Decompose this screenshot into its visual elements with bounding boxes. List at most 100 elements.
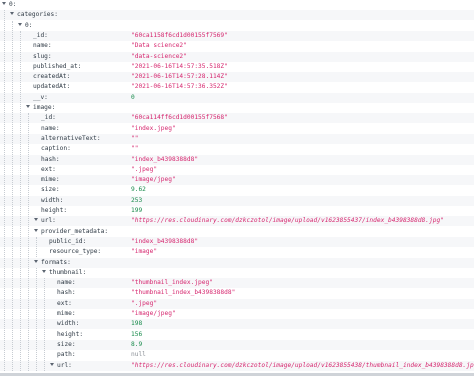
property-key: name: <box>57 279 76 287</box>
property-key: url: <box>41 217 56 225</box>
property-key: __v: <box>33 93 48 101</box>
property-key: url: <box>57 361 72 369</box>
property-value: null <box>131 351 146 359</box>
property-value: ".jpeg" <box>131 299 158 307</box>
property-key: size: <box>57 340 76 348</box>
property-value: "2021-06-16T14:57:36.352Z" <box>131 83 228 91</box>
property-key: published_at: <box>33 62 82 70</box>
property-value: "2021-06-16T14:57:35.518Z" <box>131 62 228 70</box>
property-row: width: 198 <box>0 319 474 330</box>
property-row: name: "index.jpeg" <box>0 124 474 134</box>
property-value: 8.9 <box>131 340 143 348</box>
property-row: alternativeText: "" <box>0 133 474 144</box>
expand-arrow-icon[interactable] <box>18 22 22 26</box>
property-value: "image" <box>131 248 158 256</box>
property-value: "thumbnail_index_b4398388d8" <box>131 289 236 297</box>
property-key: ext: <box>41 165 56 173</box>
property-key: alternativeText: <box>41 134 101 142</box>
json-viewer: 0: categories: 0: _id: "60ca1158f6cd1d00155f… <box>0 0 474 376</box>
tree-node-row[interactable]: image: <box>0 103 474 113</box>
expand-arrow-icon[interactable] <box>34 218 38 222</box>
property-key: size: <box>41 186 60 194</box>
property-key: ext: <box>57 299 72 307</box>
property-value: 9.62 <box>131 186 146 194</box>
tree-node-row[interactable]: 0: <box>0 21 474 31</box>
property-value: "index.jpeg" <box>131 124 176 132</box>
property-key: 0: <box>9 1 17 8</box>
property-row: mime: "image/jpeg" <box>0 309 474 319</box>
tree-node-row[interactable]: thumbnail: <box>0 268 474 278</box>
property-key: updatedAt: <box>33 83 71 91</box>
property-key: _id: <box>33 31 48 39</box>
url-link[interactable]: "https://res.cloudinary.com/dzkczotol/im… <box>131 362 474 370</box>
indent-guide <box>12 20 13 371</box>
property-value: 198 <box>131 320 143 328</box>
property-value: "thumbnail_index.jpeg" <box>131 279 213 287</box>
property-value: "Data science2" <box>131 42 187 50</box>
property-row: hash: "thumbnail_index_b4398388d8" <box>0 288 474 298</box>
property-key: path: <box>57 351 76 359</box>
property-key: width: <box>57 320 80 328</box>
property-value: 156 <box>131 330 143 338</box>
property-value: "image/jpeg" <box>131 310 176 317</box>
indent-guide <box>20 30 21 371</box>
property-value: 253 <box>131 196 143 204</box>
tree-node-row[interactable]: categories: <box>0 10 474 21</box>
property-row: resource_type: "image" <box>0 247 474 257</box>
property-row: height: 156 <box>0 330 474 340</box>
property-key: height: <box>57 330 84 338</box>
url-link[interactable]: "https://res.cloudinary.com/dzkczotol/im… <box>131 217 444 225</box>
property-value: "60ca1158f6cd1d00155f7569" <box>131 31 228 39</box>
property-row: ext: ".jpeg" <box>0 298 474 309</box>
property-key: createdAt: <box>33 73 71 81</box>
property-row: updatedAt: "2021-06-16T14:57:36.352Z" <box>0 82 474 92</box>
tree-node-row[interactable]: formats: <box>0 257 474 268</box>
indent-guide <box>28 113 29 371</box>
tree-node-row[interactable]: url: "https://res.cloudinary.com/dzkczoto… <box>0 216 474 227</box>
expand-arrow-icon[interactable] <box>26 105 30 108</box>
property-value: 199 <box>131 207 143 214</box>
property-row: hash: "index_b4398388d8" <box>0 154 474 165</box>
property-row: name: "Data science2" <box>0 41 474 51</box>
property-value: "index_b4398388d8" <box>131 237 199 245</box>
expand-arrow-icon[interactable] <box>50 362 54 366</box>
property-row: caption: "" <box>0 144 474 154</box>
indent-guide <box>4 10 5 371</box>
property-key: caption: <box>41 145 71 153</box>
expand-arrow-icon[interactable] <box>2 2 6 5</box>
property-key: public_id: <box>49 237 87 245</box>
property-key: name: <box>33 42 52 50</box>
property-value: ".jpeg" <box>131 165 158 173</box>
property-row: _id: "60ca1158f6cd1d00155f7569" <box>0 30 474 41</box>
expand-arrow-icon[interactable] <box>10 12 14 16</box>
property-key: resource_type: <box>49 248 102 256</box>
property-row: __v: 0 <box>0 92 474 103</box>
property-row: mime: "image/jpeg" <box>0 175 474 186</box>
property-row: slug: "data-science2" <box>0 51 474 62</box>
property-value: "" <box>131 145 139 153</box>
property-key: hash: <box>41 155 60 163</box>
property-row: size: 8.9 <box>0 339 474 350</box>
property-key: categories: <box>17 11 58 19</box>
property-row: path: null <box>0 350 474 360</box>
property-value: 0 <box>131 93 135 101</box>
property-row: _id: "60ca114ff6cd1d00155f7568" <box>0 113 474 124</box>
property-key: 0: <box>25 21 33 29</box>
property-value: "data-science2" <box>131 52 187 60</box>
property-row: published_at: "2021-06-16T14:57:35.518Z" <box>0 62 474 72</box>
expand-arrow-icon[interactable] <box>42 269 46 273</box>
property-value: "image/jpeg" <box>131 176 176 184</box>
property-key: mime: <box>57 310 76 317</box>
property-row: height: 199 <box>0 206 474 216</box>
expand-arrow-icon[interactable] <box>34 228 38 232</box>
property-key: thumbnail: <box>49 268 87 276</box>
property-key: image: <box>33 104 56 111</box>
property-key: formats: <box>41 258 71 266</box>
property-key: width: <box>41 196 64 204</box>
tree-node-row[interactable]: url: "https://res.cloudinary.com/dzkczoto… <box>0 360 474 371</box>
property-key: height: <box>41 207 68 214</box>
tree-node-row[interactable]: provider_metadata: <box>0 227 474 237</box>
tree-node-row[interactable]: 0: <box>0 0 474 10</box>
expand-arrow-icon[interactable] <box>34 259 38 263</box>
property-row: createdAt: "2021-06-16T14:57:28.114Z" <box>0 72 474 83</box>
